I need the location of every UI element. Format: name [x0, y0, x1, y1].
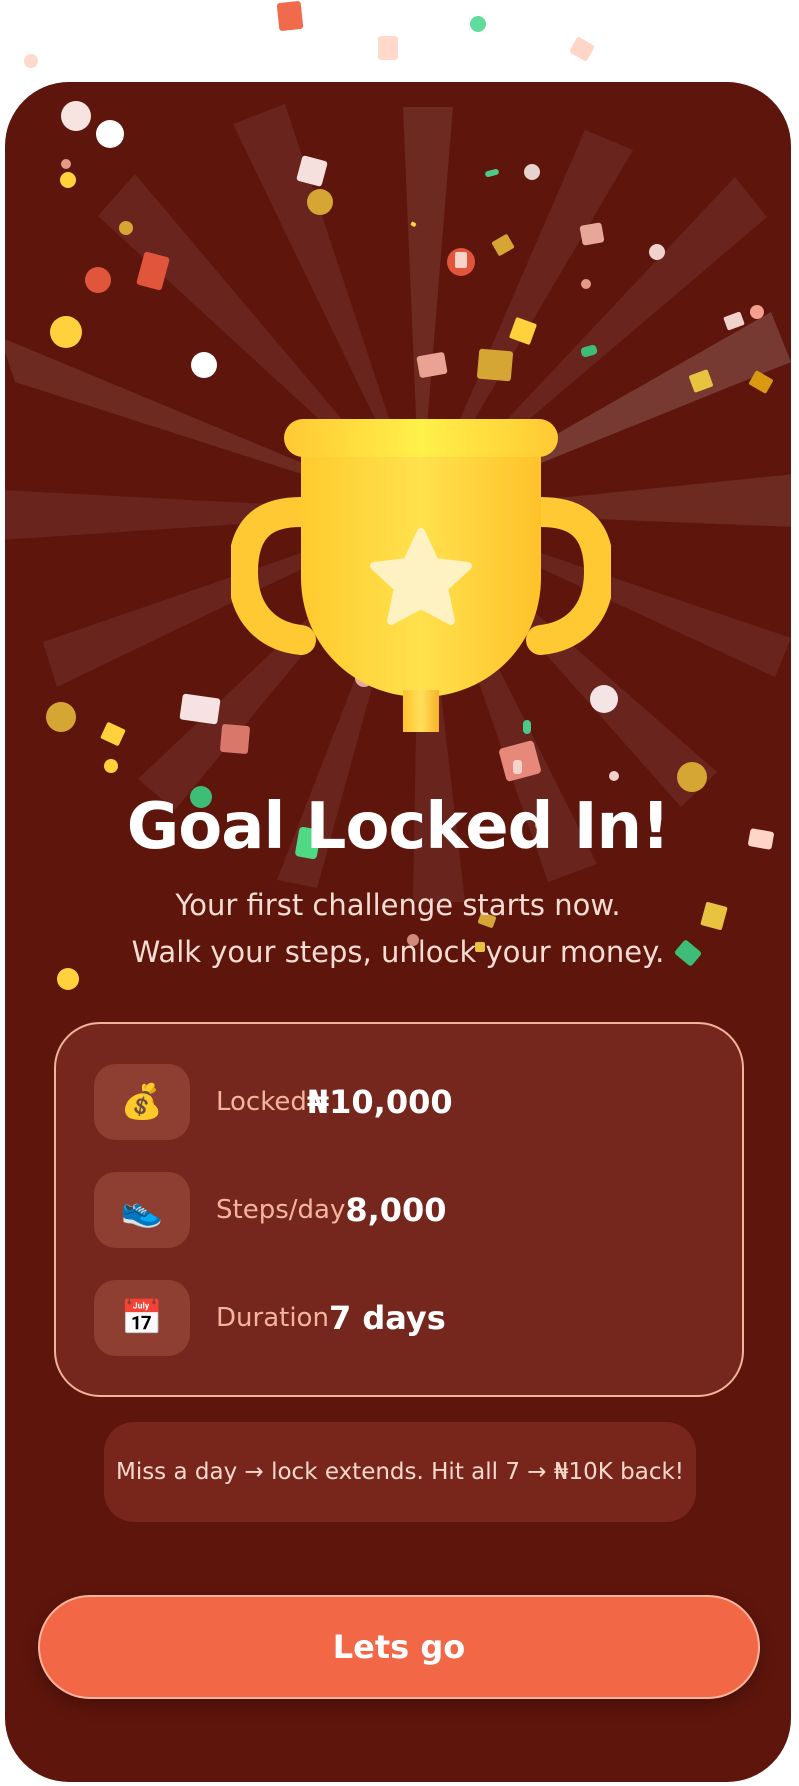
summary-value: 7 days — [328, 1299, 446, 1337]
lets-go-button[interactable]: Lets go — [38, 1595, 760, 1699]
celebration-screen: Goal Locked In! Your first challenge sta… — [5, 82, 791, 1782]
summary-row-duration: 📅 Duration 7 days — [94, 1280, 446, 1356]
confetti-piece — [24, 54, 38, 68]
trophy-icon — [231, 419, 611, 732]
sneaker-icon: 👟 — [94, 1172, 190, 1248]
summary-row-steps: 👟 Steps/day 8,000 — [94, 1172, 447, 1248]
summary-label: Locked — [216, 1087, 307, 1117]
summary-value: ₦10,000 — [306, 1083, 453, 1121]
confetti-piece — [568, 36, 596, 62]
page-title: Goal Locked In! — [126, 790, 671, 864]
goal-summary-card: 💰 Locked ₦10,000 👟 Steps/day 8,000 📅 Dur… — [54, 1022, 744, 1397]
money-bag-icon: 💰 — [94, 1064, 190, 1140]
summary-label: Steps/day — [216, 1195, 346, 1225]
subtitle-line-2: Walk your steps, unlock your money. — [131, 935, 665, 969]
calendar-icon: 📅 — [94, 1280, 190, 1356]
subtitle-line-1: Your first challenge starts now. — [175, 888, 621, 922]
rules-note: Miss a day → lock extends. Hit all 7 → ₦… — [104, 1422, 696, 1522]
confetti-piece — [276, 0, 304, 32]
confetti-piece — [470, 16, 486, 32]
summary-label: Duration — [216, 1303, 329, 1333]
summary-row-locked: 💰 Locked ₦10,000 — [94, 1064, 453, 1140]
confetti-piece — [378, 36, 398, 60]
summary-value: 8,000 — [345, 1191, 447, 1229]
